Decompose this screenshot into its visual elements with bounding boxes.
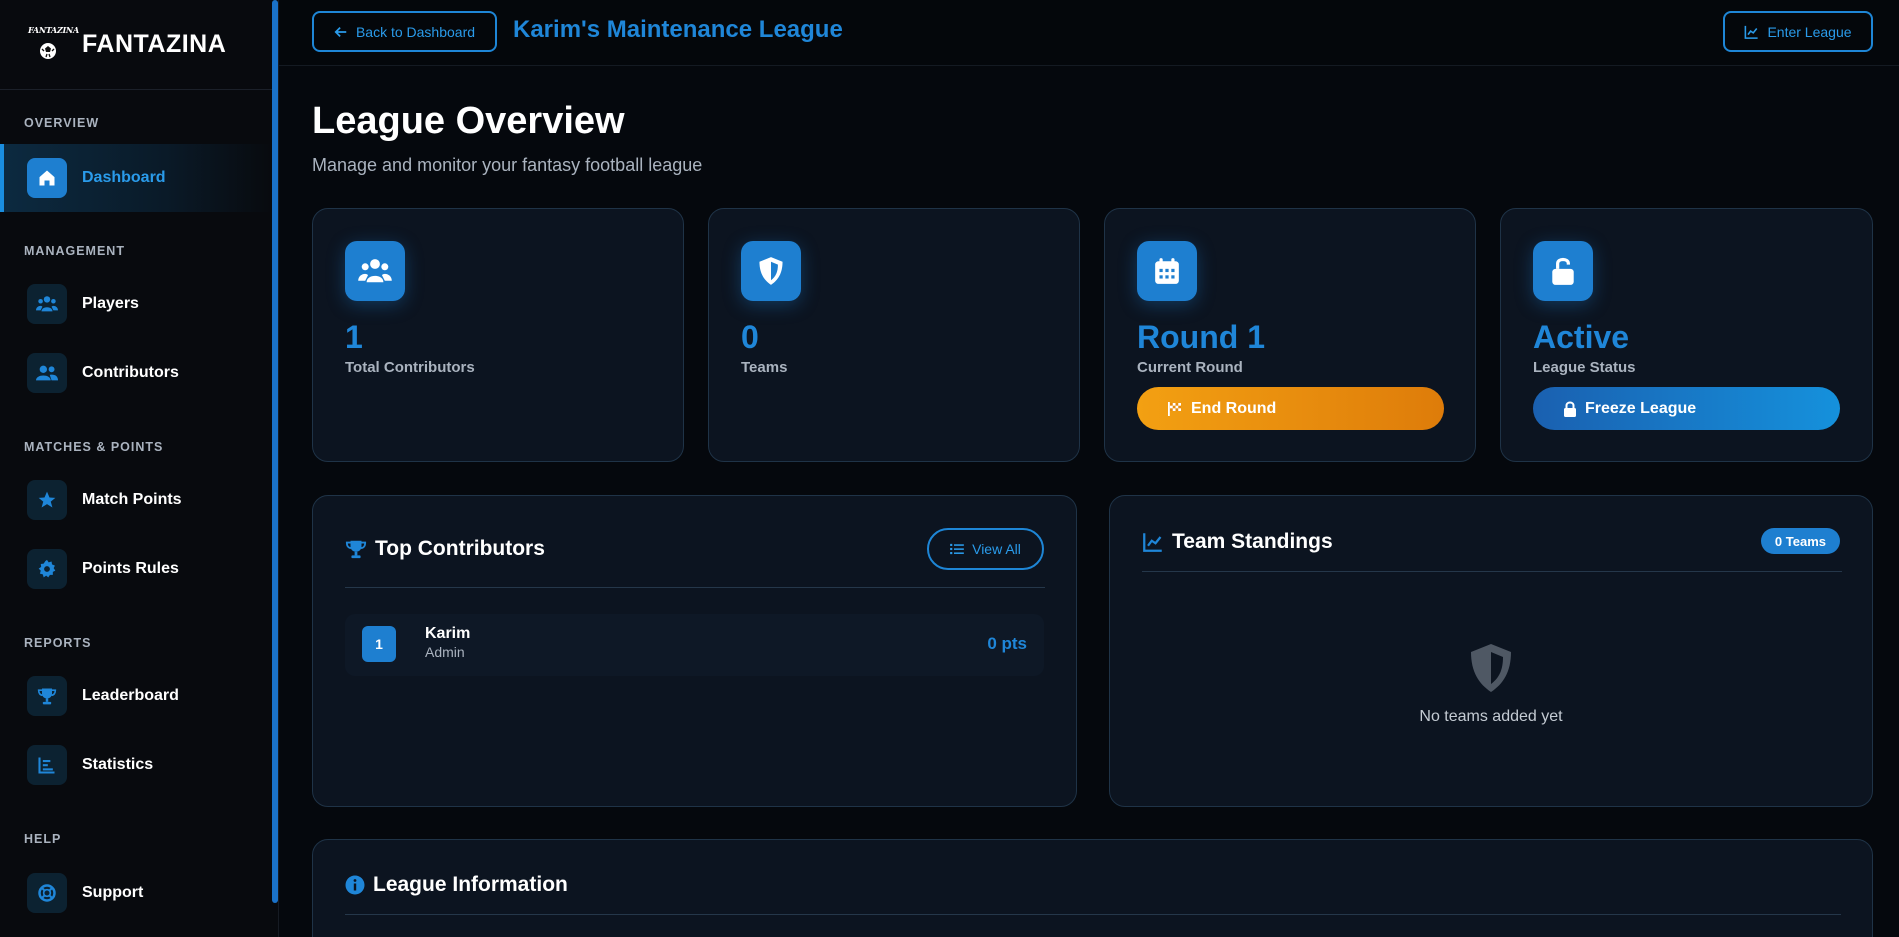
sidebar-item-leaderboard[interactable]: Leaderboard <box>0 662 273 730</box>
sidebar: FANTAZINA FANTAZINA OVERVIEW Dashboard M… <box>0 0 279 937</box>
stat-value: Active <box>1533 319 1630 355</box>
star-icon <box>27 480 67 520</box>
sidebar-item-label: Statistics <box>82 756 154 773</box>
stat-card-contributors: 1 Total Contributors <box>312 208 684 462</box>
chart-line-icon <box>1745 25 1759 39</box>
sidebar-scrollbar[interactable] <box>272 0 278 903</box>
info-icon <box>345 875 365 895</box>
league-information-panel: League Information <box>312 839 1873 937</box>
stat-label: League Status <box>1533 359 1636 376</box>
chart-line-icon <box>1143 533 1162 552</box>
empty-state-text: No teams added yet <box>1419 708 1563 725</box>
stat-value: 0 <box>741 319 759 355</box>
panel-divider <box>345 587 1045 588</box>
freeze-league-button[interactable]: Freeze League <box>1533 387 1840 430</box>
shield-icon <box>1471 644 1511 692</box>
topbar: Back to Dashboard Karim's Maintenance Le… <box>279 0 1899 66</box>
users-icon <box>27 284 67 324</box>
soccer-ball-icon <box>40 42 56 59</box>
view-all-label: View All <box>972 541 1021 557</box>
enter-league-button[interactable]: Enter League <box>1723 11 1873 52</box>
sidebar-item-label: Match Points <box>82 491 182 508</box>
stat-card-round: Round 1 Current Round End Round <box>1104 208 1476 462</box>
contributor-points: 0 pts <box>987 634 1027 653</box>
stat-value: 1 <box>345 319 363 355</box>
unlock-icon <box>1533 241 1593 301</box>
sidebar-item-points-rules[interactable]: Points Rules <box>0 535 273 603</box>
stat-label: Current Round <box>1137 359 1243 376</box>
bar-chart-icon <box>27 745 67 785</box>
contributor-role: Admin <box>425 644 465 660</box>
sidebar-item-label: Players <box>82 295 139 312</box>
sidebar-item-contributors[interactable]: Contributors <box>0 339 273 407</box>
sidebar-item-support[interactable]: Support <box>0 859 273 927</box>
brand-name: FANTAZINA <box>82 30 227 58</box>
league-title: Karim's Maintenance League <box>513 16 843 43</box>
panel-divider <box>345 914 1841 915</box>
user-group-icon <box>27 353 67 393</box>
sidebar-item-label: Leaderboard <box>82 687 179 704</box>
stat-value: Round 1 <box>1137 319 1265 355</box>
stat-label: Total Contributors <box>345 359 475 376</box>
stat-card-status: Active League Status Freeze League <box>1500 208 1873 462</box>
top-contributors-title: Top Contributors <box>375 537 545 560</box>
list-icon <box>950 543 964 555</box>
sidebar-item-label: Points Rules <box>82 560 179 577</box>
logo-text: FANTAZINA <box>28 24 79 35</box>
sidebar-item-match-points[interactable]: Match Points <box>0 466 273 534</box>
sidebar-item-statistics[interactable]: Statistics <box>0 731 273 799</box>
nav-section-management: MANAGEMENT <box>24 244 125 258</box>
list-item[interactable]: 1 Karim Admin 0 pts <box>345 614 1044 676</box>
panel-title: Top Contributors <box>345 537 545 561</box>
panel-divider <box>1142 571 1842 572</box>
stat-label: Teams <box>741 359 788 376</box>
rank-badge: 1 <box>362 626 396 662</box>
home-icon <box>27 158 67 198</box>
users-icon <box>345 241 405 301</box>
trophy-icon <box>345 540 367 559</box>
end-round-button[interactable]: End Round <box>1137 387 1444 430</box>
sidebar-item-players[interactable]: Players <box>0 270 273 338</box>
back-to-dashboard-button[interactable]: Back to Dashboard <box>312 11 497 52</box>
top-contributors-panel: Top Contributors View All 1 Karim Admin … <box>312 495 1077 807</box>
nav-section-help: HELP <box>24 832 62 846</box>
contributor-name: Karim <box>425 625 471 642</box>
nav-section-overview: OVERVIEW <box>24 116 100 130</box>
panel-title: Team Standings <box>1142 530 1333 554</box>
back-label: Back to Dashboard <box>355 23 476 40</box>
team-standings-title: Team Standings <box>1172 530 1333 553</box>
league-information-title: League Information <box>373 873 568 896</box>
sidebar-item-label: Dashboard <box>82 169 166 186</box>
calendar-icon <box>1137 241 1197 301</box>
brand[interactable]: FANTAZINA FANTAZINA <box>0 0 278 90</box>
nav-section-matches: MATCHES & POINTS <box>24 440 164 454</box>
page-subtitle: Manage and monitor your fantasy football… <box>312 155 703 175</box>
sidebar-item-label: Support <box>82 884 144 901</box>
panel-title: League Information <box>345 873 568 897</box>
lock-icon <box>1564 401 1576 417</box>
flag-checkered-icon <box>1168 401 1181 416</box>
gear-icon <box>27 549 67 589</box>
sidebar-item-dashboard[interactable]: Dashboard <box>0 144 273 212</box>
view-all-button[interactable]: View All <box>927 528 1044 570</box>
teams-count-badge: 0 Teams <box>1760 528 1840 554</box>
team-standings-panel: Team Standings 0 Teams No teams added ye… <box>1109 495 1873 807</box>
brand-logo: FANTAZINA <box>28 24 79 65</box>
lifebuoy-icon <box>27 873 67 913</box>
sidebar-item-label: Contributors <box>82 364 179 381</box>
nav-section-reports: REPORTS <box>24 636 92 650</box>
freeze-league-label: Freeze League <box>1585 399 1697 417</box>
stat-card-teams: 0 Teams <box>708 208 1080 462</box>
enter-league-label: Enter League <box>1767 23 1852 40</box>
page-title: League Overview <box>312 100 625 142</box>
shield-icon <box>741 241 801 301</box>
arrow-left-icon <box>334 26 347 37</box>
trophy-icon <box>27 676 67 716</box>
end-round-label: End Round <box>1191 399 1277 417</box>
